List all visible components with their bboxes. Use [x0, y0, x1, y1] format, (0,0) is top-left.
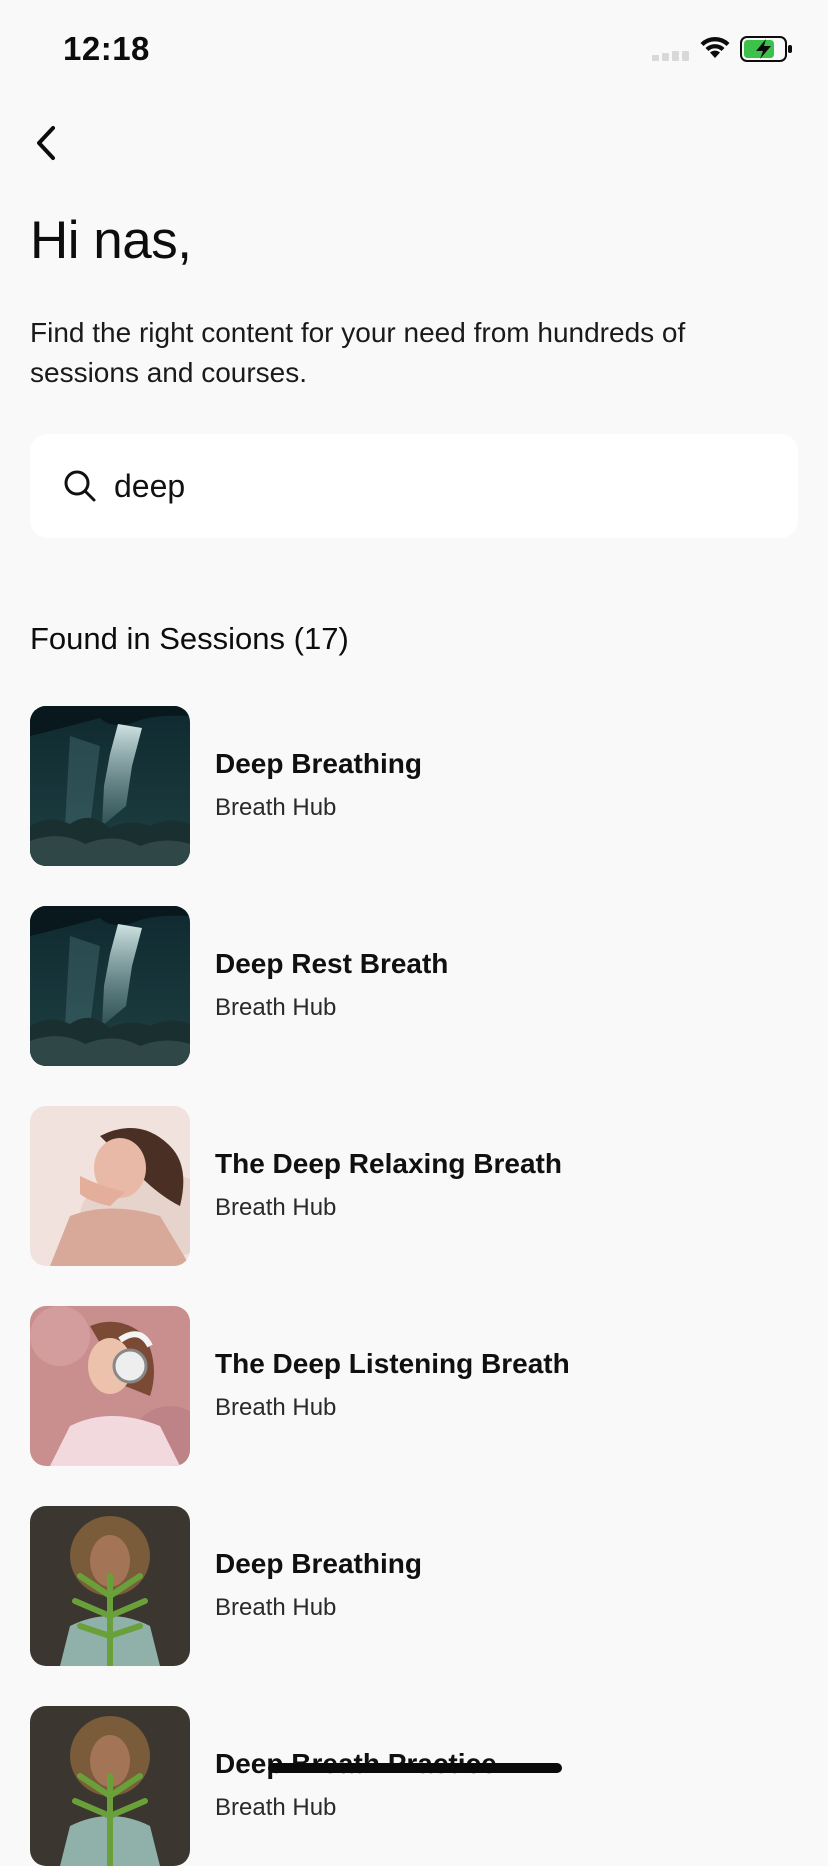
session-subtitle: Breath Hub	[215, 1394, 337, 1421]
chevron-left-icon	[37, 126, 55, 160]
session-subtitle: Breath Hub	[215, 1594, 337, 1621]
list-item[interactable]: Deep Breathing Breath Hub	[30, 706, 800, 866]
greeting-heading: Hi nas,	[30, 211, 192, 270]
battery-charging-icon	[740, 36, 794, 67]
cellular-signal-icon	[652, 51, 692, 61]
session-subtitle: Breath Hub	[215, 1794, 337, 1821]
list-item[interactable]: Deep Breathing Breath Hub	[30, 1506, 800, 1666]
status-time: 12:18	[63, 30, 150, 67]
list-item[interactable]: The Deep Listening Breath Breath Hub	[30, 1306, 800, 1466]
session-thumbnail	[30, 1506, 190, 1666]
back-button[interactable]	[24, 120, 70, 166]
wifi-icon	[698, 34, 732, 65]
list-item[interactable]: Deep Breath Practice Breath Hub	[30, 1706, 800, 1866]
session-title: Deep Rest Breath	[215, 948, 449, 979]
list-item[interactable]: The Deep Relaxing Breath Breath Hub	[30, 1106, 800, 1266]
results-section-title: Found in Sessions (17)	[30, 621, 349, 656]
list-item[interactable]: Deep Rest Breath Breath Hub	[30, 906, 800, 1066]
search-bar[interactable]	[30, 434, 798, 538]
session-subtitle: Breath Hub	[215, 1194, 337, 1221]
home-indicator[interactable]	[268, 1763, 562, 1773]
session-title: The Deep Listening Breath	[215, 1348, 570, 1379]
session-title: Deep Breathing	[215, 1548, 422, 1579]
session-thumbnail	[30, 906, 190, 1066]
session-title: Deep Breathing	[215, 748, 422, 779]
session-title: The Deep Relaxing Breath	[215, 1148, 562, 1179]
session-thumbnail	[30, 1306, 190, 1466]
search-input[interactable]	[114, 467, 754, 505]
session-subtitle: Breath Hub	[215, 794, 337, 821]
search-icon	[62, 468, 98, 504]
session-subtitle: Breath Hub	[215, 994, 337, 1021]
session-thumbnail	[30, 1706, 190, 1866]
status-bar: 12:18	[0, 0, 828, 100]
session-thumbnail	[30, 706, 190, 866]
session-thumbnail	[30, 1106, 190, 1266]
page-description: Find the right content for your need fro…	[30, 317, 686, 388]
